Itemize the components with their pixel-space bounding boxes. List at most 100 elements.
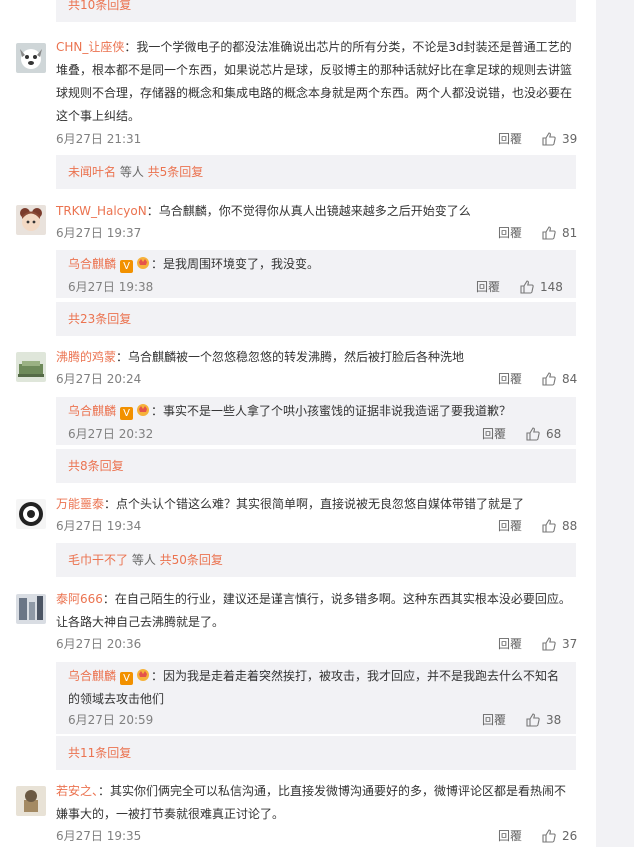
commenter-name[interactable]: 沸腾的鸡蒙 [56,350,116,364]
comment-item: 泰阿666：在自己陌生的行业，建议还是谨言慎行，说多错多啊。这种东西其实根本没必… [56,588,577,654]
thumbs-up-icon [526,427,540,441]
reply-button[interactable]: 回覆 [498,369,522,389]
avatar[interactable] [16,205,46,235]
comment-body: ：点个头认个错这么难？其实很简单啊，直接说被无良忽悠自媒体带错了就是了 [104,497,525,511]
more-replies-link[interactable]: 共5条回复 [148,165,204,179]
comment-panel: 共10条回复 CHN_让座侠：我一个学微电子的都没法准确说出芯片的所有分类，不论… [0,0,596,847]
comment-time: 6月27日 20:24 [56,372,142,386]
comment-body: ：乌合麒麟被一个忽悠稳忽悠的转发沸腾，然后被打脸后各种洗地 [116,350,465,364]
like-button[interactable]: 38 [526,710,561,730]
reply-time: 6月27日 20:59 [68,713,154,727]
commenter-name[interactable]: 若安之、 [56,784,98,798]
comment-text: 若安之、：其实你们俩完全可以私信沟通，比直接发微博沟通要好的多，微博评论区都是看… [56,780,576,826]
comment-meta: 6月27日 20:24 回覆 84 [56,369,577,389]
commenter-name[interactable]: CHN_让座侠 [56,40,124,54]
reply-time: 6月27日 20:32 [68,427,154,441]
more-replies-link[interactable]: 共50条回复 [160,553,223,567]
comment-body: ：乌合麒麟，你不觉得你从真人出镜越来越多之后开始变了么 [146,204,471,218]
avatar[interactable] [16,786,46,816]
like-button[interactable]: 39 [542,129,577,149]
comment-item: 沸腾的鸡蒙：乌合麒麟被一个忽悠稳忽悠的转发沸腾，然后被打脸后各种洗地 6月27日… [56,346,577,390]
member-crown-icon [137,257,150,269]
comment-meta: 6月27日 21:31 回覆 39 [56,129,577,149]
like-count: 37 [562,637,578,651]
comment-meta: 6月27日 19:34 回覆 88 [56,516,577,536]
verified-v-icon: V [120,672,134,685]
comment-text: 沸腾的鸡蒙：乌合麒麟被一个忽悠稳忽悠的转发沸腾，然后被打脸后各种洗地 [56,346,576,369]
thumbs-up-icon [542,519,556,533]
reply-meta: 6月27日 20:32 回覆 68 [68,424,564,444]
avatar[interactable] [16,43,46,73]
avatar[interactable] [16,352,46,382]
reply-button[interactable]: 回覆 [482,710,506,730]
reply-box: 乌合麒麟 V ：是我周围环境变了，我没变。 6月27日 19:38 回覆 148 [56,250,576,298]
reply-text: 乌合麒麟 V ：因为我是走着走着突然挨打，被攻击，我才回应，并不是我跑去什么不知名的… [68,665,564,711]
reply-button[interactable]: 回覆 [476,277,500,297]
reply-button[interactable]: 回覆 [482,424,506,444]
like-count: 148 [540,280,563,294]
comment-time: 6月27日 20:36 [56,637,142,651]
like-button[interactable]: 37 [542,634,577,654]
comment-item: TRKW_HalcyoN：乌合麒麟，你不觉得你从真人出镜越来越多之后开始变了么 … [56,200,577,244]
reply-author-name[interactable]: 乌合麒麟 [68,669,116,683]
reply-button[interactable]: 回覆 [498,634,522,654]
comment-text: 万能噩泰：点个头认个错这么难？其实很简单啊，直接说被无良忽悠自媒体带错了就是了 [56,493,576,516]
like-button[interactable]: 68 [526,424,561,444]
comment-body: ：其实你们俩完全可以私信沟通，比直接发微博沟通要好的多，微博评论区都是看热闹不嫌… [56,784,567,821]
replier-names[interactable]: 未闻叶名 [68,165,116,179]
like-button[interactable]: 81 [542,223,577,243]
more-replies-box: 未闻叶名 等人 共5条回复 [56,155,576,189]
thumbs-up-icon [542,372,556,386]
comment-time: 6月27日 19:35 [56,829,142,843]
more-replies-link[interactable]: 共8条回复 [68,459,124,473]
avatar[interactable] [16,594,46,624]
more-replies-link[interactable]: 共10条回复 [68,0,131,12]
comment-body: ：我一个学微电子的都没法准确说出芯片的所有分类，不论是3d封装还是普通工艺的堆叠… [56,40,573,123]
reply-body: ：是我周围环境变了，我没变。 [151,257,320,271]
reply-text: 乌合麒麟 V ：是我周围环境变了，我没变。 [68,253,319,276]
reply-body: ：事实不是一些人拿了个哄小孩蜜饯的证据非说我造谣了要我道歉？ [151,404,512,418]
comment-item: CHN_让座侠：我一个学微电子的都没法准确说出芯片的所有分类，不论是3d封装还是… [56,36,577,149]
more-replies-box: 共11条回复 [56,736,576,770]
member-crown-icon [137,404,150,416]
commenter-name[interactable]: 泰阿666 [56,592,103,606]
like-button[interactable]: 84 [542,369,577,389]
thumbs-up-icon [542,637,556,651]
thumbs-up-icon [542,132,556,146]
like-button[interactable]: 148 [520,277,563,297]
more-replies-link[interactable]: 共11条回复 [68,746,131,760]
comment-meta: 6月27日 20:36 回覆 37 [56,634,577,654]
reply-text: 乌合麒麟 V ：事实不是一些人拿了个哄小孩蜜饯的证据非说我造谣了要我道歉？ [68,400,511,423]
like-count: 84 [562,372,578,386]
avatar[interactable] [16,499,46,529]
like-button[interactable]: 26 [542,826,577,846]
reply-author-name[interactable]: 乌合麒麟 [68,404,116,418]
more-replies-link[interactable]: 共23条回复 [68,312,131,326]
more-replies-box: 共10条回复 [56,0,576,22]
reply-button[interactable]: 回覆 [498,223,522,243]
like-count: 88 [562,519,578,533]
reply-button[interactable]: 回覆 [498,826,522,846]
more-replies-mid: 等人 [116,165,148,179]
thumbs-up-icon [542,829,556,843]
comment-time: 6月27日 21:31 [56,132,142,146]
reply-meta: 6月27日 20:59 回覆 38 [68,710,564,730]
page-background-strip [596,0,634,847]
like-count: 39 [562,132,578,146]
comment-item: 若安之、：其实你们俩完全可以私信沟通，比直接发微博沟通要好的多，微博评论区都是看… [56,780,577,847]
more-replies-mid: 等人 [128,553,160,567]
member-crown-icon [137,669,150,681]
reply-author-name[interactable]: 乌合麒麟 [68,257,116,271]
comment-meta: 6月27日 19:35 回覆 26 [56,826,577,846]
reply-button[interactable]: 回覆 [498,516,522,536]
thumbs-up-icon [520,280,534,294]
comment-text: CHN_让座侠：我一个学微电子的都没法准确说出芯片的所有分类，不论是3d封装还是… [56,36,576,128]
comment-time: 6月27日 19:34 [56,519,142,533]
commenter-name[interactable]: 万能噩泰 [56,497,104,511]
more-replies-box: 共23条回复 [56,302,576,336]
reply-button[interactable]: 回覆 [498,129,522,149]
like-button[interactable]: 88 [542,516,577,536]
replier-names[interactable]: 毛巾干不了 [68,553,128,567]
comment-text: TRKW_HalcyoN：乌合麒麟，你不觉得你从真人出镜越来越多之后开始变了么 [56,200,576,223]
commenter-name[interactable]: TRKW_HalcyoN [56,204,147,218]
